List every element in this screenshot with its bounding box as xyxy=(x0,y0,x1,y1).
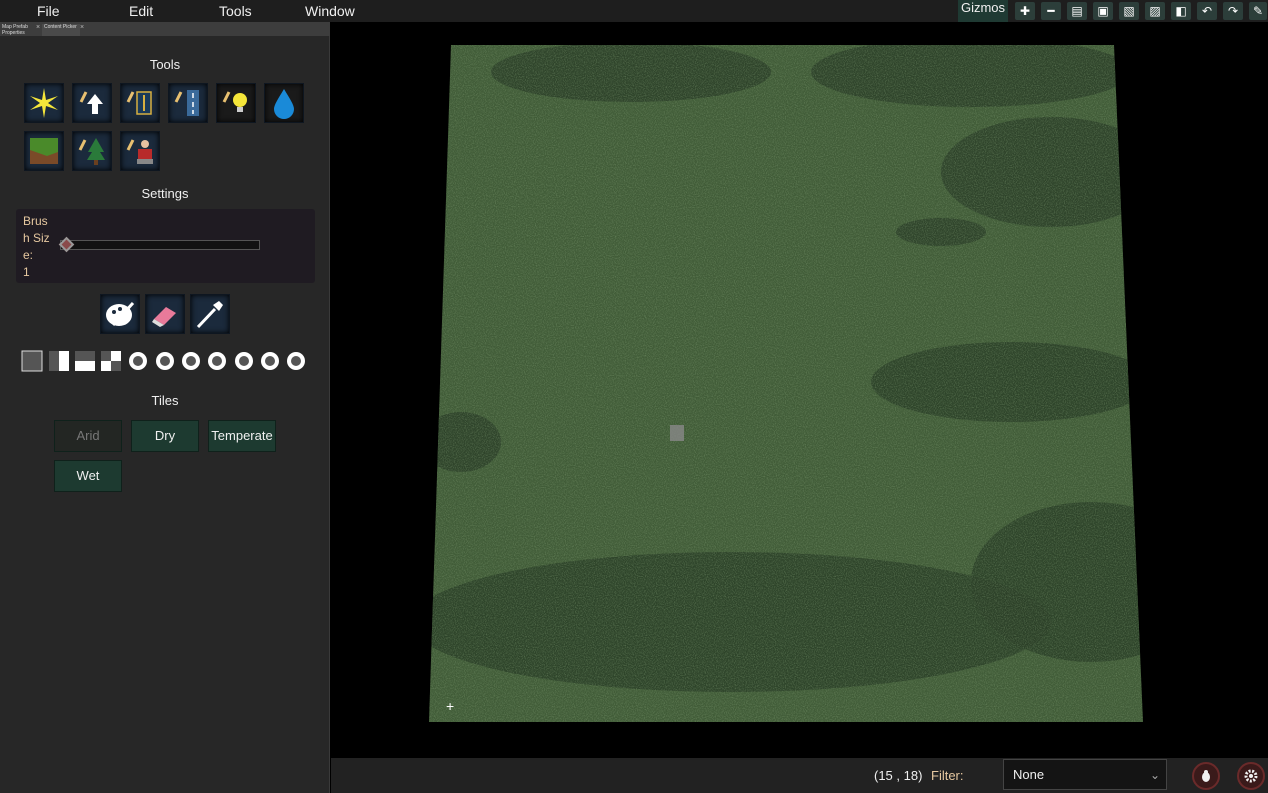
tile-temperate-button[interactable]: Temperate xyxy=(208,420,276,452)
tile-wet-button[interactable]: Wet xyxy=(54,460,122,492)
symmetry-rotation-2-icon[interactable] xyxy=(127,350,149,372)
origin-crosshair-icon: + xyxy=(446,698,454,714)
symmetry-rotation-7-icon[interactable] xyxy=(259,350,281,372)
symmetry-vertical-icon[interactable] xyxy=(74,350,96,372)
export-icon[interactable]: ▨ xyxy=(1145,2,1165,20)
menu-bar: File Edit Tools Window Gizmos ✚ ━ ▤ ▣ ▧ … xyxy=(0,0,1268,22)
gizmos-button[interactable]: Gizmos xyxy=(958,0,1008,22)
add-icon[interactable]: ✚ xyxy=(1015,2,1035,20)
tab-map-prefab-properties[interactable]: Map Prefab Properties xyxy=(0,24,34,36)
symmetry-quad-icon[interactable] xyxy=(100,350,122,372)
menu-window[interactable]: Window xyxy=(305,3,355,19)
tab-content-picker[interactable]: Content Picker xyxy=(42,24,80,36)
eraser-icon[interactable] xyxy=(145,294,185,334)
gear-icon[interactable] xyxy=(1237,762,1265,790)
bug-icon[interactable] xyxy=(1192,762,1220,790)
brush-size-slider[interactable] xyxy=(60,240,260,250)
symmetry-rotation-3-icon[interactable] xyxy=(154,350,176,372)
menu-tools[interactable]: Tools xyxy=(219,3,252,19)
chevron-down-icon: ⌄ xyxy=(1149,768,1160,782)
filter-dropdown[interactable]: None ⌄ xyxy=(1003,759,1167,790)
pencil-icon[interactable]: ✎ xyxy=(1249,2,1267,20)
brush-size-label: Brush Size: 1 xyxy=(23,214,50,279)
eyedropper-icon[interactable] xyxy=(190,294,230,334)
save-icon[interactable]: ▣ xyxy=(1093,2,1113,20)
symmetry-rotation-4-icon[interactable] xyxy=(180,350,202,372)
settings-heading: Settings xyxy=(141,186,189,201)
tile-dry-button[interactable]: Dry xyxy=(131,420,199,452)
tools-heading: Tools xyxy=(149,57,181,72)
unit-icon[interactable] xyxy=(120,131,160,171)
menu-edit[interactable]: Edit xyxy=(129,3,153,19)
faction-banner-icon[interactable] xyxy=(120,83,160,123)
light-burst-icon[interactable] xyxy=(24,83,64,123)
road-icon[interactable] xyxy=(168,83,208,123)
tree-icon[interactable] xyxy=(72,131,112,171)
cursor-coordinates: (15 , 18) xyxy=(874,768,923,783)
minus-icon[interactable]: ━ xyxy=(1041,2,1061,20)
light-bulb-icon[interactable] xyxy=(216,83,256,123)
brush-size-value: 1 xyxy=(23,265,30,279)
water-drop-icon[interactable] xyxy=(264,83,304,123)
menu-file[interactable]: File xyxy=(37,3,60,19)
raise-terrain-icon[interactable] xyxy=(72,83,112,123)
tiles-heading: Tiles xyxy=(151,393,179,408)
terrain-map[interactable]: + xyxy=(331,22,1268,758)
save-as-icon[interactable]: ▧ xyxy=(1119,2,1139,20)
undo-icon[interactable]: ↶ xyxy=(1197,2,1217,20)
terrain-tile-icon[interactable] xyxy=(24,131,64,171)
symmetry-none-icon[interactable] xyxy=(21,350,43,372)
map-marker[interactable] xyxy=(670,425,684,441)
symmetry-rotation-8-icon[interactable] xyxy=(285,350,307,372)
paint-palette-icon[interactable] xyxy=(100,294,140,334)
terrain-shadows xyxy=(429,45,1143,722)
close-icon[interactable]: × xyxy=(36,24,40,31)
tile-arid-button[interactable]: Arid xyxy=(54,420,122,452)
gizmos-label: Gizmos xyxy=(960,0,1006,15)
import-icon[interactable]: ◧ xyxy=(1171,2,1191,20)
close-icon[interactable]: × xyxy=(80,24,84,31)
symmetry-rotation-6-icon[interactable] xyxy=(233,350,255,372)
redo-icon[interactable]: ↷ xyxy=(1223,2,1243,20)
new-file-icon[interactable]: ▤ xyxy=(1067,2,1087,20)
map-viewport[interactable]: + xyxy=(331,22,1268,758)
filter-label: Filter: xyxy=(931,768,964,783)
filter-value: None xyxy=(1013,767,1045,782)
symmetry-horizontal-icon[interactable] xyxy=(48,350,70,372)
panel-tab-bar: Map Prefab Properties × Content Picker × xyxy=(0,22,330,36)
symmetry-rotation-5-icon[interactable] xyxy=(206,350,228,372)
